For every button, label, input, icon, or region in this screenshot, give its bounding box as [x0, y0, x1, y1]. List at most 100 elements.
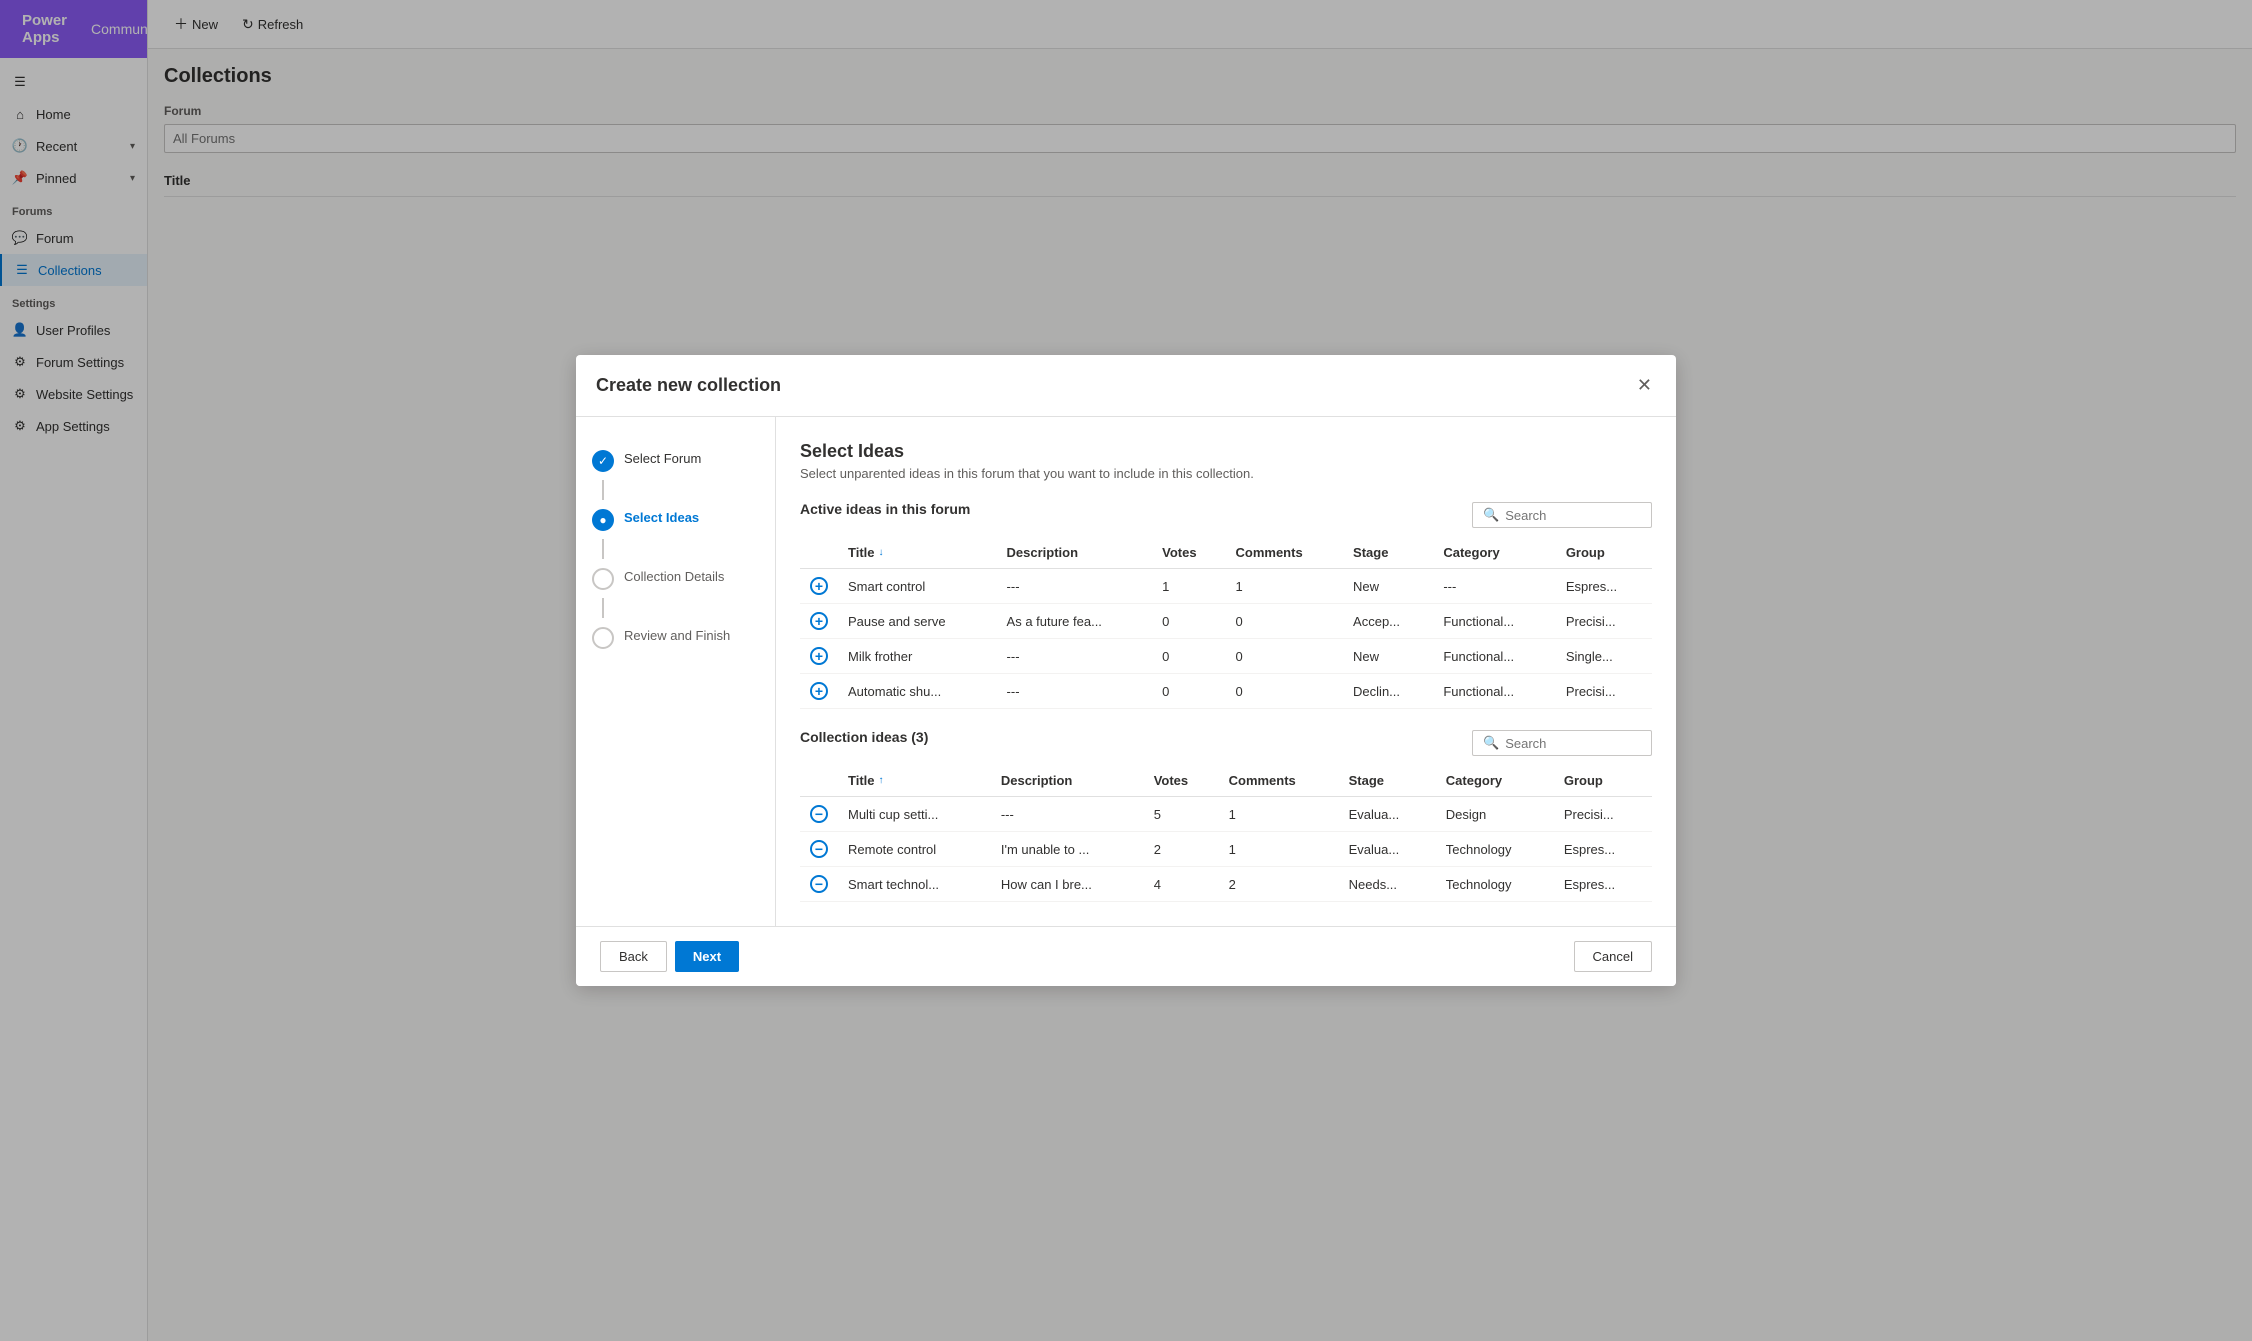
- active-row-votes-1: 0: [1152, 604, 1225, 639]
- content-description: Select unparented ideas in this forum th…: [800, 466, 1652, 481]
- collection-row-comments-1: 1: [1219, 832, 1339, 867]
- collection-search-input[interactable]: [1505, 736, 1676, 751]
- modal-footer: Back Next Cancel: [576, 926, 1676, 986]
- active-row-title-3: Automatic shu...: [838, 674, 997, 709]
- active-search-input[interactable]: [1505, 508, 1676, 523]
- back-button[interactable]: Back: [600, 941, 667, 972]
- collection-row-title-0: Multi cup setti...: [838, 797, 991, 832]
- active-idea-row: + Pause and serve As a future fea... 0 0…: [800, 604, 1652, 639]
- title-sort-icon-collection: ↑: [879, 775, 884, 786]
- active-idea-row: + Milk frother --- 0 0 New Functional...…: [800, 639, 1652, 674]
- collection-table-header-row: Title ↑ Description Votes Comments Stage…: [800, 765, 1652, 797]
- th-description-active: Description: [997, 537, 1153, 569]
- active-ideas-table: Title ↓ Description Votes Comments Stage…: [800, 537, 1652, 709]
- collection-row-desc-1: I'm unable to ...: [991, 832, 1144, 867]
- active-row-group-0: Espres...: [1556, 569, 1652, 604]
- collection-row-category-1: Technology: [1436, 832, 1554, 867]
- wizard-step-select-ideas[interactable]: ● Select Ideas: [592, 500, 759, 539]
- collection-row-stage-1: Evalua...: [1339, 832, 1436, 867]
- active-row-comments-3: 0: [1226, 674, 1344, 709]
- footer-left-buttons: Back Next: [600, 941, 739, 972]
- th-comments-active: Comments: [1226, 537, 1344, 569]
- active-row-stage-2: New: [1343, 639, 1433, 674]
- th-icon-collection: [800, 765, 838, 797]
- th-title-collection: Title ↑: [838, 765, 991, 797]
- active-row-stage-1: Accep...: [1343, 604, 1433, 639]
- active-row-group-3: Precisi...: [1556, 674, 1652, 709]
- collection-row-title-1: Remote control: [838, 832, 991, 867]
- th-title-active: Title ↓: [838, 537, 997, 569]
- collection-row-votes-2: 4: [1144, 867, 1219, 902]
- collection-row-group-1: Espres...: [1554, 832, 1652, 867]
- next-button[interactable]: Next: [675, 941, 739, 972]
- add-idea-icon-2[interactable]: +: [810, 647, 828, 665]
- remove-idea-icon-2[interactable]: −: [810, 875, 828, 893]
- active-row-category-0: ---: [1433, 569, 1555, 604]
- collection-idea-row: − Remote control I'm unable to ... 2 1 E…: [800, 832, 1652, 867]
- active-row-desc-0: ---: [997, 569, 1153, 604]
- modal-body: ✓ Select Forum ● Select Ideas Collection…: [576, 417, 1676, 926]
- step-label-review: Review and Finish: [624, 626, 730, 643]
- active-row-desc-3: ---: [997, 674, 1153, 709]
- active-row-desc-2: ---: [997, 639, 1153, 674]
- th-description-collection: Description: [991, 765, 1144, 797]
- cancel-button[interactable]: Cancel: [1574, 941, 1652, 972]
- active-row-title-0: Smart control: [838, 569, 997, 604]
- step-connector-2: [602, 539, 604, 559]
- collection-row-group-0: Precisi...: [1554, 797, 1652, 832]
- collection-ideas-search-box[interactable]: 🔍: [1472, 730, 1652, 756]
- active-ideas-header-row: Active ideas in this forum 🔍: [800, 501, 1652, 529]
- collection-row-title-2: Smart technol...: [838, 867, 991, 902]
- wizard-step-review-finish[interactable]: Review and Finish: [592, 618, 759, 657]
- collection-row-category-0: Design: [1436, 797, 1554, 832]
- th-category-collection: Category: [1436, 765, 1554, 797]
- step-indicator-ideas: ●: [592, 509, 614, 531]
- remove-idea-icon-1[interactable]: −: [810, 840, 828, 858]
- step-indicator-details: [592, 568, 614, 590]
- collection-ideas-section-title: Collection ideas (3): [800, 729, 928, 745]
- th-icon-active: [800, 537, 838, 569]
- active-table-header-row: Title ↓ Description Votes Comments Stage…: [800, 537, 1652, 569]
- collection-row-desc-2: How can I bre...: [991, 867, 1144, 902]
- th-group-active: Group: [1556, 537, 1652, 569]
- collection-row-desc-0: ---: [991, 797, 1144, 832]
- wizard-steps: ✓ Select Forum ● Select Ideas Collection…: [576, 417, 776, 926]
- step-indicator-review: [592, 627, 614, 649]
- step-indicator-forum: ✓: [592, 450, 614, 472]
- add-idea-icon-1[interactable]: +: [810, 612, 828, 630]
- active-row-title-1: Pause and serve: [838, 604, 997, 639]
- collection-ideas-header-row: Collection ideas (3) 🔍: [800, 729, 1652, 757]
- modal-content-area: Select Ideas Select unparented ideas in …: [776, 417, 1676, 926]
- th-stage-collection: Stage: [1339, 765, 1436, 797]
- add-idea-icon-0[interactable]: +: [810, 577, 828, 595]
- step-label-details: Collection Details: [624, 567, 724, 584]
- create-collection-modal: Create new collection ✕ ✓ Select Forum ●…: [576, 355, 1676, 986]
- th-stage-active: Stage: [1343, 537, 1433, 569]
- active-row-stage-3: Declin...: [1343, 674, 1433, 709]
- active-row-comments-0: 1: [1226, 569, 1344, 604]
- collection-row-comments-0: 1: [1219, 797, 1339, 832]
- active-idea-row: + Automatic shu... --- 0 0 Declin... Fun…: [800, 674, 1652, 709]
- collection-row-stage-0: Evalua...: [1339, 797, 1436, 832]
- add-idea-icon-3[interactable]: +: [810, 682, 828, 700]
- modal-overlay: Create new collection ✕ ✓ Select Forum ●…: [0, 0, 2252, 1341]
- th-category-active: Category: [1433, 537, 1555, 569]
- collection-row-comments-2: 2: [1219, 867, 1339, 902]
- step-label-ideas: Select Ideas: [624, 508, 699, 525]
- active-ideas-search-box[interactable]: 🔍: [1472, 502, 1652, 528]
- title-sort-icon-active: ↓: [879, 547, 884, 558]
- active-row-category-1: Functional...: [1433, 604, 1555, 639]
- remove-idea-icon-0[interactable]: −: [810, 805, 828, 823]
- modal-title: Create new collection: [596, 375, 781, 396]
- wizard-step-collection-details[interactable]: Collection Details: [592, 559, 759, 598]
- modal-close-button[interactable]: ✕: [1633, 371, 1656, 400]
- active-row-votes-3: 0: [1152, 674, 1225, 709]
- th-votes-collection: Votes: [1144, 765, 1219, 797]
- collection-row-category-2: Technology: [1436, 867, 1554, 902]
- active-idea-row: + Smart control --- 1 1 New --- Espres..…: [800, 569, 1652, 604]
- active-row-title-2: Milk frother: [838, 639, 997, 674]
- step-connector-1: [602, 480, 604, 500]
- wizard-step-select-forum[interactable]: ✓ Select Forum: [592, 441, 759, 480]
- th-group-collection: Group: [1554, 765, 1652, 797]
- active-ideas-section-title: Active ideas in this forum: [800, 501, 970, 517]
